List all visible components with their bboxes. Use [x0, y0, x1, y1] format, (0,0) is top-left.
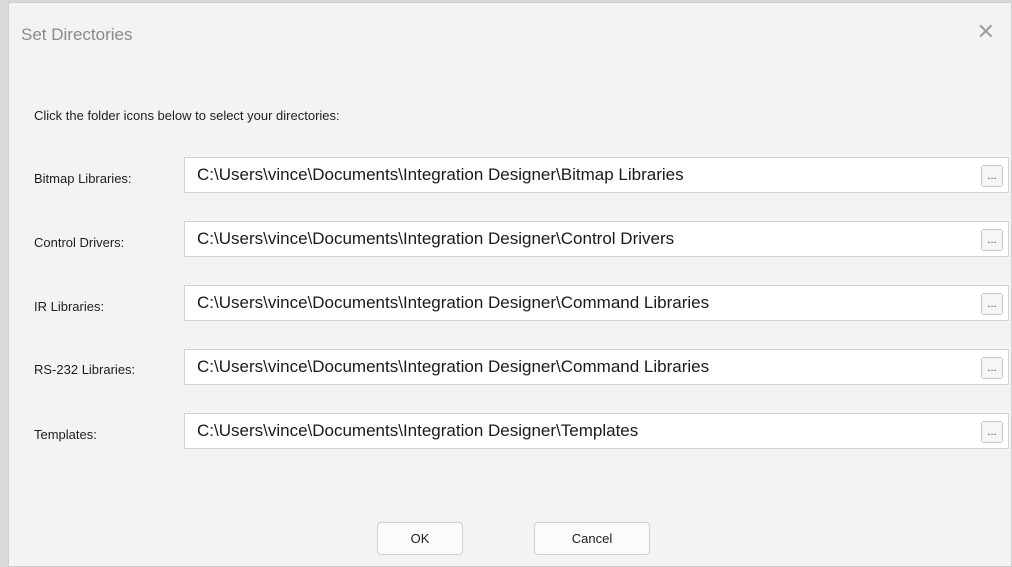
bitmap-libraries-label: Bitmap Libraries:: [34, 171, 132, 186]
ok-button[interactable]: OK: [377, 522, 463, 555]
templates-label: Templates:: [34, 427, 97, 442]
ir-libraries-path: C:\Users\vince\Documents\Integration Des…: [197, 293, 710, 312]
instruction-text: Click the folder icons below to select y…: [34, 108, 340, 123]
set-directories-dialog: Set Directories ✕ Click the folder icons…: [8, 2, 1012, 567]
rs232-libraries-path: C:\Users\vince\Documents\Integration Des…: [197, 357, 710, 376]
templates-browse-button[interactable]: ...: [981, 421, 1003, 443]
templates-path: C:\Users\vince\Documents\Integration Des…: [197, 421, 639, 440]
bitmap-libraries-path-field[interactable]: C:\Users\vince\Documents\Integration Des…: [184, 157, 1009, 193]
ir-libraries-label: IR Libraries:: [34, 299, 105, 314]
close-icon[interactable]: ✕: [977, 21, 995, 43]
rs232-libraries-label: RS-232 Libraries:: [34, 362, 136, 377]
ir-libraries-browse-button[interactable]: ...: [981, 293, 1003, 315]
control-drivers-browse-button[interactable]: ...: [981, 229, 1003, 251]
rs232-libraries-path-field[interactable]: C:\Users\vince\Documents\Integration Des…: [184, 349, 1009, 385]
dialog-title: Set Directories: [21, 25, 133, 44]
cancel-button[interactable]: Cancel: [534, 522, 650, 555]
ir-libraries-path-field[interactable]: C:\Users\vince\Documents\Integration Des…: [184, 285, 1009, 321]
bitmap-libraries-browse-button[interactable]: ...: [981, 165, 1003, 187]
bitmap-libraries-path: C:\Users\vince\Documents\Integration Des…: [197, 165, 684, 184]
rs232-libraries-browse-button[interactable]: ...: [981, 357, 1003, 379]
control-drivers-path-field[interactable]: C:\Users\vince\Documents\Integration Des…: [184, 221, 1009, 257]
control-drivers-label: Control Drivers:: [34, 235, 125, 250]
control-drivers-path: C:\Users\vince\Documents\Integration Des…: [197, 229, 675, 248]
templates-path-field[interactable]: C:\Users\vince\Documents\Integration Des…: [184, 413, 1009, 449]
